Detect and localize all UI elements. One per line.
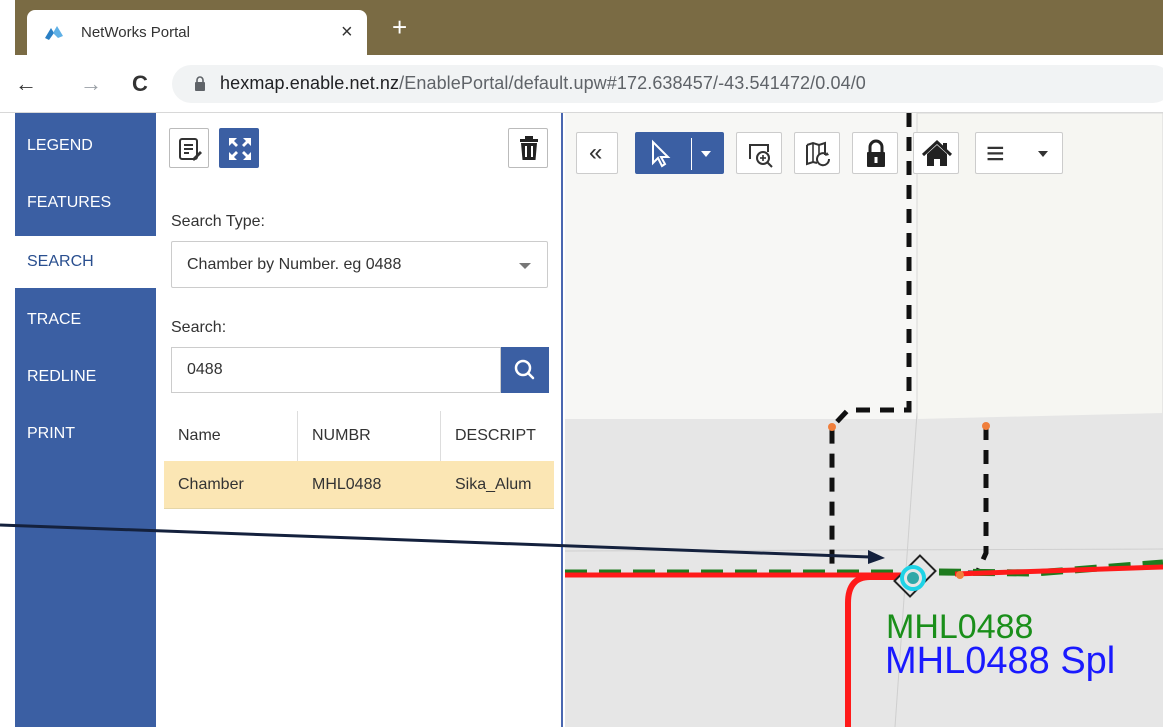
expand-icon: [229, 138, 251, 160]
lock-icon: [867, 139, 885, 167]
sidebar-item-trace[interactable]: TRACE: [15, 294, 156, 346]
more-menu-button[interactable]: ≡: [975, 132, 1063, 174]
column-header-descript[interactable]: DESCRIPT: [441, 411, 554, 461]
sidebar-item-redline[interactable]: REDLINE: [15, 351, 156, 403]
search-input[interactable]: [172, 348, 500, 392]
map-refresh-button[interactable]: [794, 132, 840, 174]
results-table: Name NUMBR DESCRIPT Chamber MHL0488 Sika…: [164, 411, 554, 511]
search-label: Search:: [171, 319, 227, 336]
chevron-down-icon: [1038, 151, 1048, 157]
expand-button[interactable]: [219, 128, 259, 168]
column-header-name[interactable]: Name: [164, 411, 298, 461]
home-button[interactable]: [913, 132, 959, 174]
browser-tab[interactable]: NetWorks Portal ×: [27, 10, 367, 55]
sidebar: LEGEND FEATURES SEARCH TRACE REDLINE PRI…: [15, 113, 156, 727]
edit-list-button[interactable]: [169, 128, 209, 168]
forward-icon[interactable]: →: [80, 72, 102, 96]
sidebar-item-features[interactable]: FEATURES: [15, 177, 156, 229]
map-refresh-icon: [806, 141, 831, 167]
cell-descript: Sika_Alum: [455, 476, 532, 493]
pointer-icon: [652, 139, 671, 168]
search-icon: [514, 359, 535, 380]
search-panel: Search Type: Chamber by Number. eg 0488 …: [156, 113, 563, 727]
search-type-select[interactable]: Chamber by Number. eg 0488: [171, 241, 548, 288]
cell-name: Chamber: [178, 476, 244, 493]
node-orange-3: [956, 571, 964, 579]
search-type-value: Chamber by Number. eg 0488: [187, 256, 402, 273]
search-type-label: Search Type:: [171, 213, 265, 230]
url-host: hexmap.enable.net.nz: [220, 73, 400, 93]
node-orange-2: [982, 422, 990, 430]
page: NetWorks Portal × + ← → C hexmap.enable.…: [0, 0, 1163, 727]
search-button[interactable]: [501, 347, 549, 393]
address-bar: ← → C hexmap.enable.net.nz/EnablePortal/…: [0, 55, 1163, 113]
chamber-highlight-dot: [907, 572, 919, 584]
new-tab-icon[interactable]: +: [392, 14, 407, 40]
zoom-box-icon: [749, 144, 773, 168]
close-tab-icon[interactable]: ×: [341, 20, 353, 44]
lock-map-button[interactable]: [852, 132, 898, 174]
edit-list-icon: [179, 138, 202, 161]
lock-icon: [195, 76, 205, 91]
reload-icon[interactable]: C: [132, 72, 148, 96]
chevron-down-icon: [519, 263, 531, 269]
map-view[interactable]: MHL0488 MHL0488 Spl « ≡: [565, 113, 1163, 727]
select-tool-button[interactable]: [635, 132, 724, 174]
cell-numbr: MHL0488: [312, 476, 382, 493]
sidebar-item-print[interactable]: PRINT: [15, 408, 156, 460]
url-path: /EnablePortal/default.upw#172.638457/-43…: [399, 73, 866, 93]
map-canvas: MHL0488 MHL0488 Spl: [565, 113, 1163, 727]
node-orange-1: [828, 423, 836, 431]
url-field[interactable]: hexmap.enable.net.nz/EnablePortal/defaul…: [172, 65, 1163, 103]
back-icon[interactable]: ←: [15, 72, 37, 96]
browser-tab-bar: NetWorks Portal × +: [0, 0, 1163, 55]
trash-icon: [520, 136, 538, 160]
zoom-box-button[interactable]: [736, 132, 782, 174]
tab-title: NetWorks Portal: [81, 24, 190, 41]
sidebar-item-legend[interactable]: LEGEND: [15, 120, 156, 172]
menu-icon: ≡: [986, 135, 1005, 171]
tool-divider: [691, 138, 692, 170]
dropdown-icon[interactable]: [701, 151, 711, 157]
search-input-wrapper: [171, 347, 501, 393]
url-text: hexmap.enable.net.nz/EnablePortal/defaul…: [220, 73, 866, 94]
table-row[interactable]: Chamber MHL0488 Sika_Alum: [164, 461, 554, 509]
double-chevron-left-icon: «: [589, 139, 603, 166]
sidebar-item-search[interactable]: SEARCH: [15, 236, 156, 288]
home-icon: [921, 139, 953, 166]
collapse-panel-button[interactable]: «: [576, 132, 618, 174]
map-label-description: MHL0488 Spl: [885, 640, 1115, 682]
networks-logo-icon: [45, 26, 63, 40]
delete-button[interactable]: [508, 128, 548, 168]
column-header-numbr[interactable]: NUMBR: [298, 411, 441, 461]
